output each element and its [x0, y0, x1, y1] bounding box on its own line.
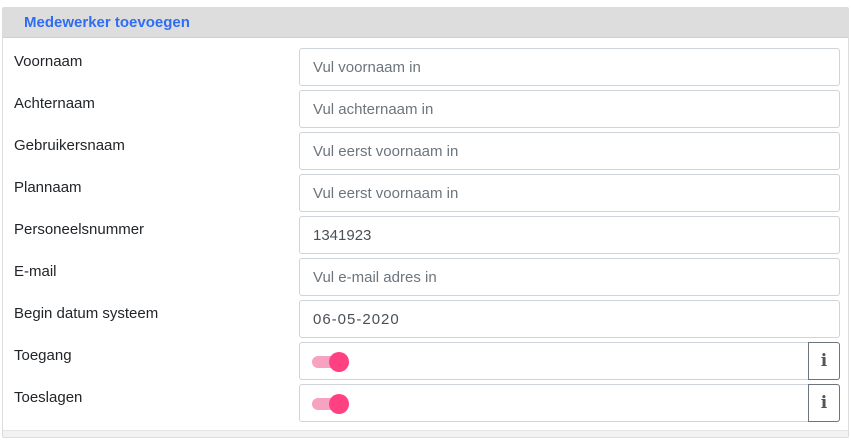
plannaam-label: Plannaam	[14, 179, 82, 196]
gebruikersnaam-label: Gebruikersnaam	[14, 137, 125, 154]
panel-footer	[3, 430, 848, 437]
panel-header: Medewerker toevoegen	[3, 8, 848, 38]
toegang-info-button[interactable]: i	[808, 342, 840, 380]
toeslagen-label: Toeslagen	[14, 389, 83, 406]
toeslagen-info-button[interactable]: i	[808, 384, 840, 422]
email-label: E-mail	[14, 263, 57, 280]
row-toeslagen: Toeslagen i	[3, 384, 848, 422]
achternaam-label: Achternaam	[14, 95, 95, 112]
toegang-switch[interactable]	[312, 352, 349, 372]
row-toegang: Toegang i	[3, 342, 848, 380]
toeslagen-switch-thumb	[329, 394, 349, 414]
row-gebruikersnaam: Gebruikersnaam	[3, 132, 848, 170]
panel-title: Medewerker toevoegen	[24, 14, 190, 31]
row-achternaam: Achternaam	[3, 90, 848, 128]
info-icon: i	[820, 351, 828, 371]
email-input[interactable]	[299, 258, 840, 296]
toeslagen-switch[interactable]	[312, 394, 349, 414]
row-email: E-mail	[3, 258, 848, 296]
achternaam-input[interactable]	[299, 90, 840, 128]
personeelsnummer-label: Personeelsnummer	[14, 221, 145, 238]
add-employee-panel: Medewerker toevoegen Voornaam Achternaam…	[2, 7, 849, 438]
gebruikersnaam-input[interactable]	[299, 132, 840, 170]
begin-datum-input[interactable]	[299, 300, 840, 338]
row-plannaam: Plannaam	[3, 174, 848, 212]
plannaam-input[interactable]	[299, 174, 840, 212]
toegang-group: i	[299, 342, 840, 380]
row-personeelsnummer: Personeelsnummer	[3, 216, 848, 254]
toegang-label: Toegang	[14, 347, 72, 364]
toeslagen-group: i	[299, 384, 840, 422]
toegang-switch-thumb	[329, 352, 349, 372]
personeelsnummer-input[interactable]	[299, 216, 840, 254]
voornaam-input[interactable]	[299, 48, 840, 86]
info-icon: i	[820, 393, 828, 413]
begin-datum-label: Begin datum systeem	[14, 305, 159, 322]
voornaam-label: Voornaam	[14, 53, 83, 70]
row-voornaam: Voornaam	[3, 48, 848, 86]
row-begin-datum: Begin datum systeem	[3, 300, 848, 338]
